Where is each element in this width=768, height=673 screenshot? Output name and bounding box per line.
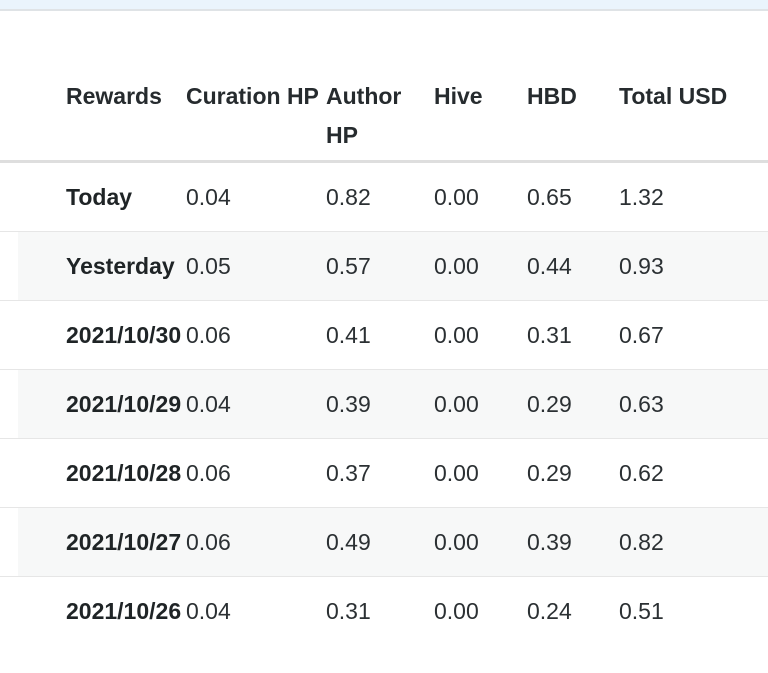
cell-author-hp: 0.31: [326, 598, 371, 624]
row-label: 2021/10/26: [66, 598, 182, 624]
column-header-curation-hp-label: Curation HP: [186, 83, 319, 109]
column-header-hive-label: Hive: [434, 83, 483, 109]
cell-curation-hp: 0.06: [186, 507, 326, 577]
row-label: 2021/10/28: [0, 438, 186, 508]
column-header-author-hp-label: Author HP: [326, 83, 402, 148]
table-row[interactable]: 2021/10/30 0.06 0.41 0.00 0.31 0.67: [0, 300, 768, 370]
table-row[interactable]: Today 0.04 0.82 0.00 0.65 1.32: [0, 161, 768, 232]
cell-author-hp: 0.49: [326, 507, 434, 577]
cell-hbd: 0.29: [527, 438, 619, 508]
cell-author-hp: 0.82: [326, 161, 434, 232]
column-header-hbd[interactable]: HBD: [527, 11, 619, 163]
column-header-hbd-label: HBD: [527, 83, 577, 109]
table-row[interactable]: 2021/10/27 0.06 0.49 0.00 0.39 0.82: [0, 507, 768, 577]
column-header-total-usd-label: Total USD: [619, 83, 728, 109]
cell-hive: 0.00: [434, 231, 527, 301]
table-row[interactable]: Yesterday 0.05 0.57 0.00 0.44 0.93: [0, 231, 768, 301]
cell-author-hp: 0.37: [326, 438, 434, 508]
cell-total-usd: 0.62: [619, 438, 768, 508]
column-header-curation-hp[interactable]: Curation HP: [186, 11, 326, 163]
cell-hbd: 0.31: [527, 300, 619, 370]
rewards-table: Rewards Curation HP Author HP Hive HBD T…: [0, 11, 768, 645]
row-label: Today: [0, 161, 186, 232]
cell-total-usd: 0.82: [619, 507, 768, 577]
row-label: 2021/10/30: [0, 300, 186, 370]
table-row[interactable]: 2021/10/29 0.04 0.39 0.00 0.29 0.63: [0, 369, 768, 439]
rewards-page: Rewards Curation HP Author HP Hive HBD T…: [0, 0, 768, 673]
cell-curation-hp: 0.05: [186, 231, 326, 301]
column-header-hive[interactable]: Hive: [434, 11, 527, 163]
rewards-table-container: Rewards Curation HP Author HP Hive HBD T…: [0, 11, 768, 645]
cell-hive: 0.00: [434, 438, 527, 508]
header-row: Rewards Curation HP Author HP Hive HBD T…: [0, 11, 768, 163]
cell-total-usd: 0.93: [619, 231, 768, 301]
cell-hbd: 0.29: [527, 369, 619, 439]
table-row[interactable]: 2021/10/26 0.04 0.31 0.00 0.24 0.51: [0, 577, 768, 646]
cell-hive: 0.00: [434, 598, 479, 624]
cell-hbd: 0.24: [527, 598, 572, 624]
cell-total-usd: 0.51: [619, 598, 664, 624]
row-label: Yesterday: [0, 231, 186, 301]
cell-author-hp: 0.57: [326, 231, 434, 301]
cell-total-usd: 1.32: [619, 161, 768, 232]
cell-hive: 0.00: [434, 507, 527, 577]
column-header-author-hp[interactable]: Author HP: [326, 11, 434, 163]
table-header: Rewards Curation HP Author HP Hive HBD T…: [0, 11, 768, 163]
cell-curation-hp: 0.06: [186, 300, 326, 370]
cell-curation-hp: 0.04: [186, 161, 326, 232]
column-header-total-usd[interactable]: Total USD: [619, 11, 768, 163]
cell-curation-hp: 0.04: [186, 598, 231, 624]
cell-hbd: 0.44: [527, 231, 619, 301]
column-header-rewards-label: Rewards: [66, 83, 162, 109]
table-row[interactable]: 2021/10/28 0.06 0.37 0.00 0.29 0.62: [0, 438, 768, 508]
cell-author-hp: 0.39: [326, 369, 434, 439]
cell-total-usd: 0.67: [619, 300, 768, 370]
top-accent-strip: [0, 0, 768, 11]
cell-hive: 0.00: [434, 369, 527, 439]
cell-total-usd: 0.63: [619, 369, 768, 439]
cell-hbd: 0.65: [527, 161, 619, 232]
cell-hbd: 0.39: [527, 507, 619, 577]
table-body: Today 0.04 0.82 0.00 0.65 1.32 Yesterday…: [0, 161, 768, 646]
cell-hive: 0.00: [434, 161, 527, 232]
row-label: 2021/10/27: [0, 507, 186, 577]
cell-curation-hp: 0.06: [186, 438, 326, 508]
column-header-rewards[interactable]: Rewards: [0, 11, 186, 163]
row-label: 2021/10/29: [0, 369, 186, 439]
cell-curation-hp: 0.04: [186, 369, 326, 439]
cell-author-hp: 0.41: [326, 300, 434, 370]
cell-hive: 0.00: [434, 300, 527, 370]
